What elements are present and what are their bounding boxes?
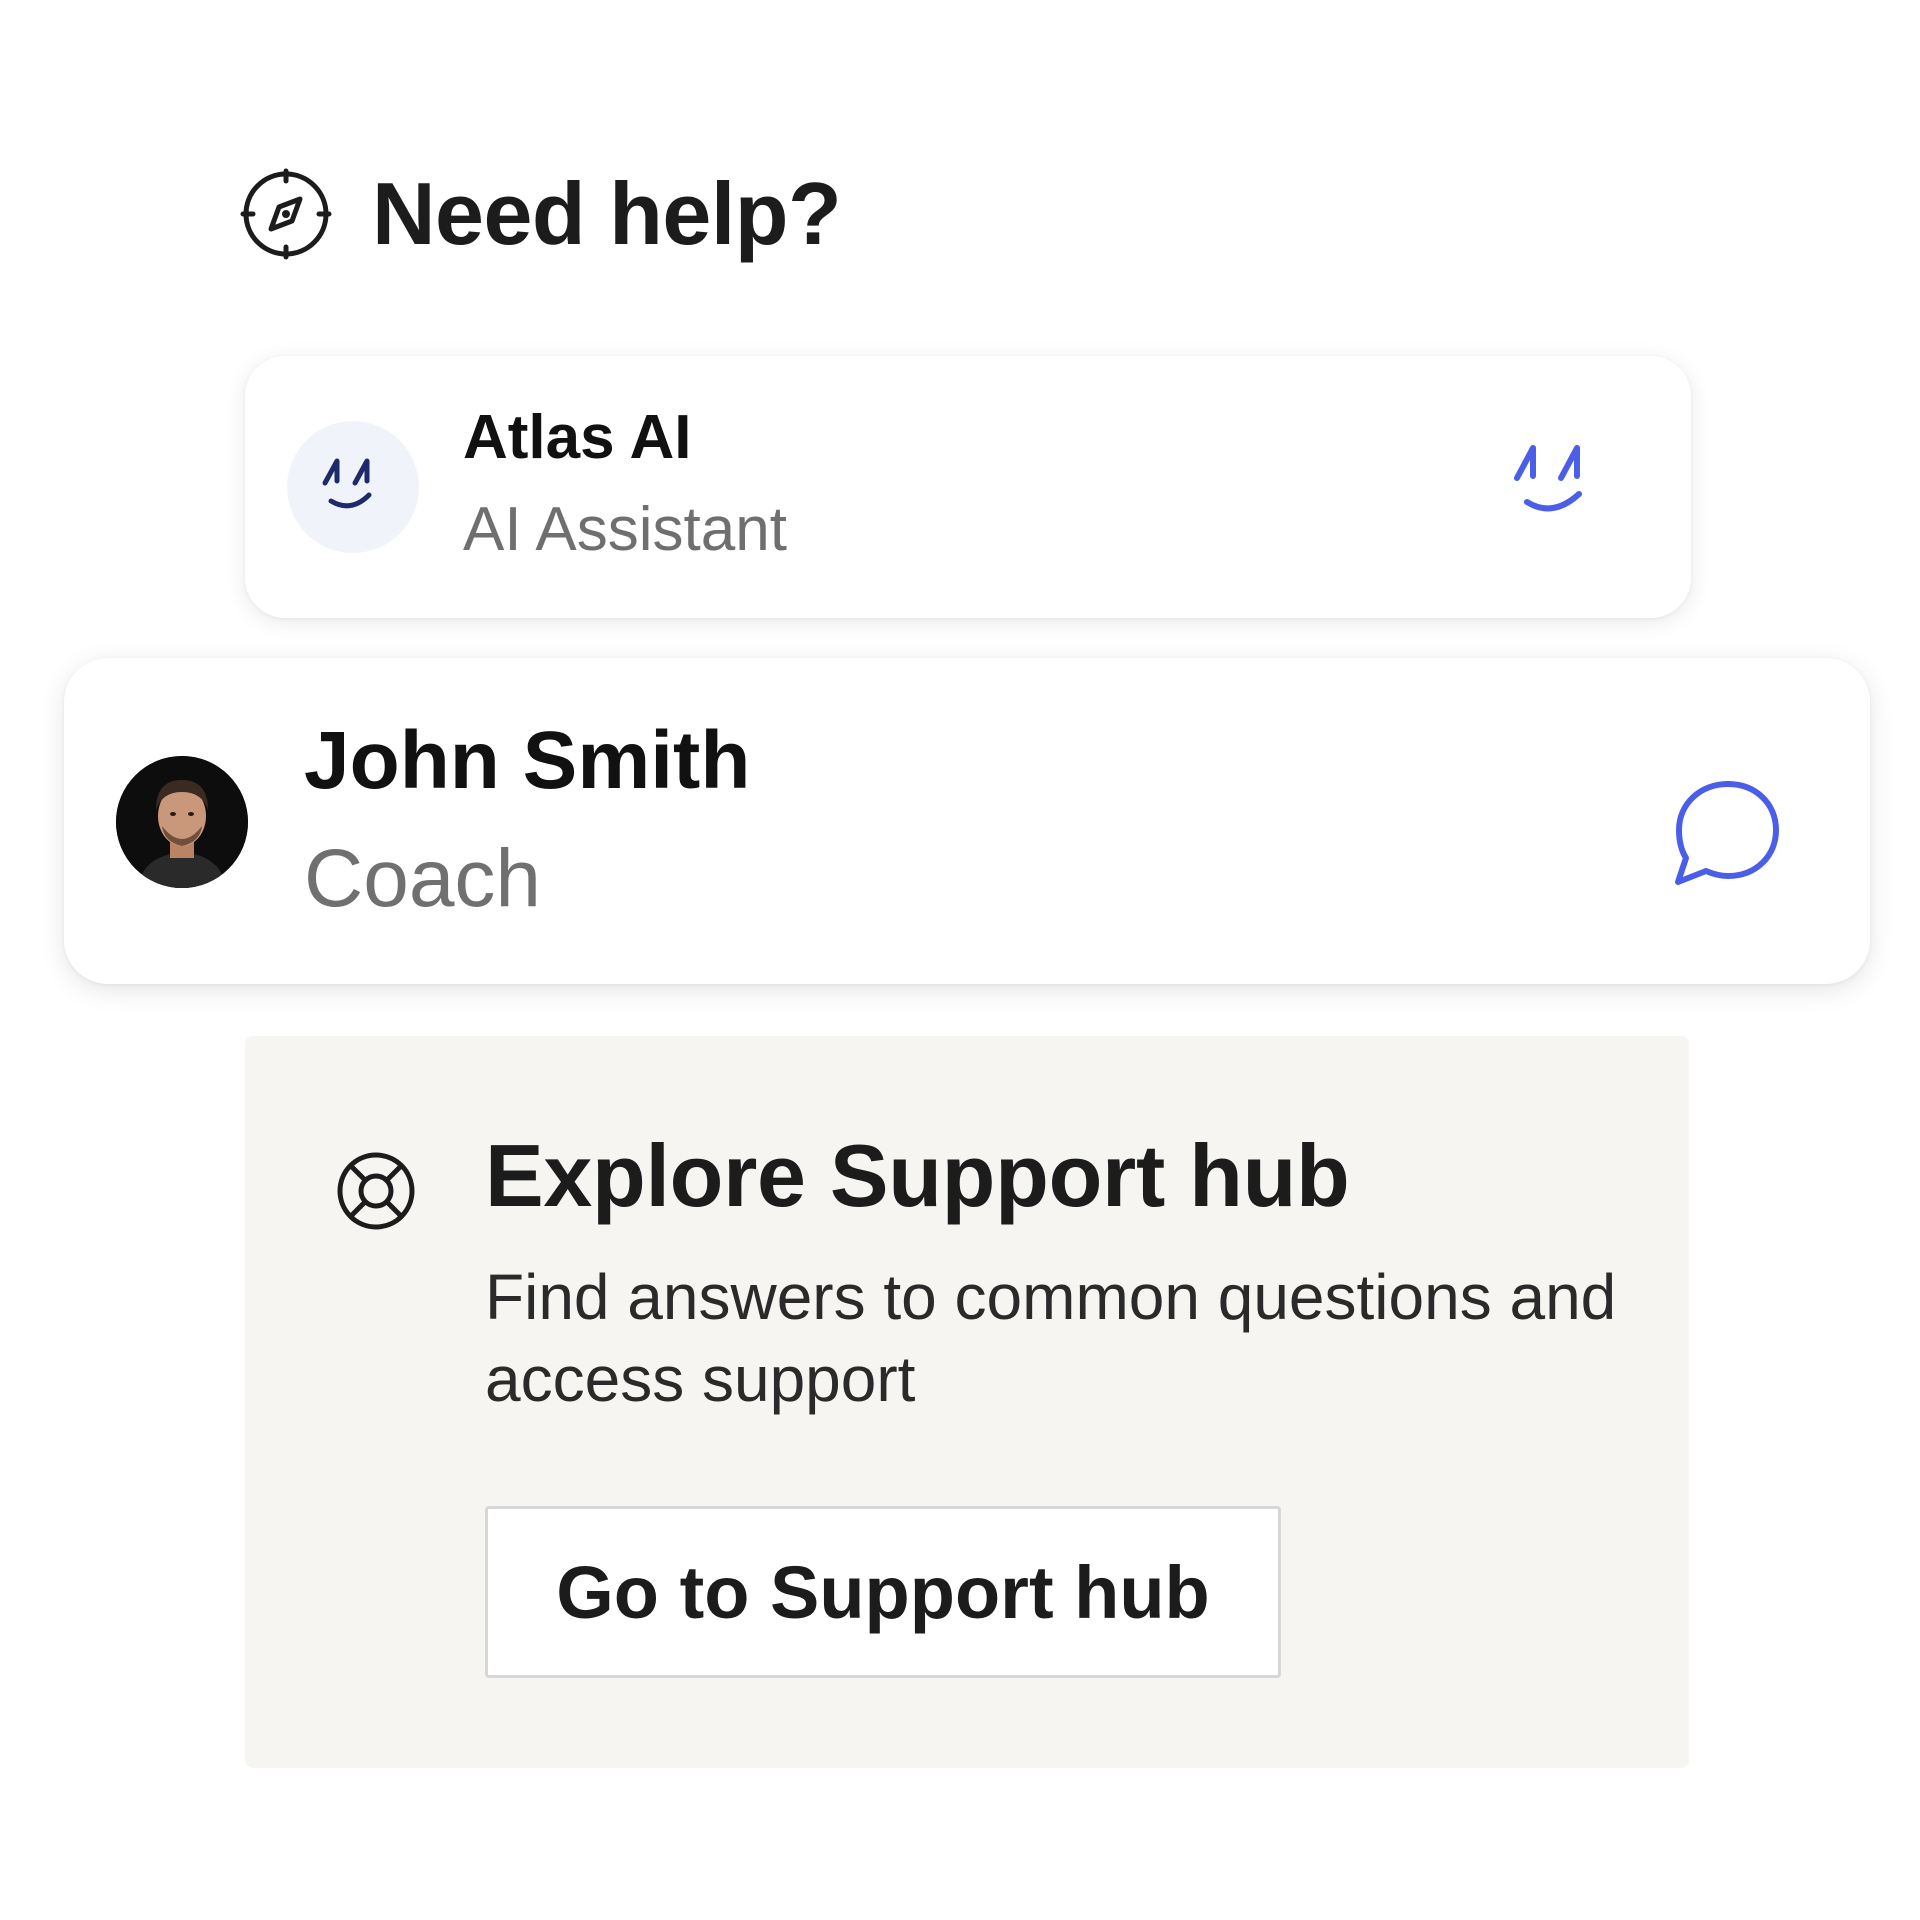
page-title: Need help?	[372, 164, 842, 263]
contact-name: Atlas AI	[463, 403, 692, 472]
lifebuoy-icon	[337, 1152, 415, 1230]
contact-role: AI Assistant	[463, 495, 787, 564]
compass-icon	[240, 168, 332, 260]
go-to-support-hub-button[interactable]: Go to Support hub	[485, 1506, 1281, 1678]
atlas-ai-avatar	[287, 421, 419, 553]
support-hub-panel: Explore Support hub Find answers to comm…	[245, 1036, 1689, 1768]
avatar	[116, 756, 248, 888]
contact-name: John Smith	[304, 715, 751, 806]
support-description: Find answers to common questions and acc…	[485, 1261, 1617, 1415]
atlas-ai-logo-icon	[322, 458, 372, 509]
contact-card-john-smith[interactable]: John Smith Coach	[64, 658, 1870, 984]
atlas-ai-logo-icon[interactable]	[1509, 438, 1609, 538]
contact-role: Coach	[304, 833, 542, 924]
profile-photo	[116, 756, 248, 888]
contact-card-atlas-ai[interactable]: Atlas AI AI Assistant	[245, 356, 1691, 618]
chat-bubble-icon[interactable]	[1668, 776, 1784, 892]
help-header: Need help?	[240, 164, 842, 263]
support-heading: Explore Support hub	[485, 1126, 1350, 1225]
